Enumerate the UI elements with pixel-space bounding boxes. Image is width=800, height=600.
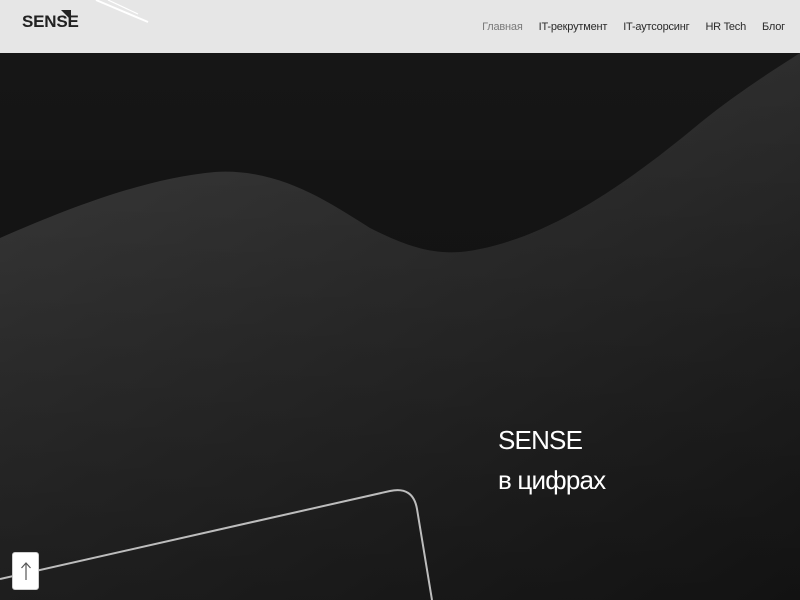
hero-title-line1: SENSE (498, 425, 583, 455)
hero-title-line2: в цифрах (498, 465, 606, 495)
nav-item-it-outsourcing[interactable]: IT-аутсорсинг (623, 21, 689, 33)
nav-item-home[interactable]: Главная (482, 21, 523, 33)
logo-link[interactable]: SENSE (22, 10, 79, 34)
corner-triangle-icon (61, 10, 71, 20)
hero-section: SENSE в цифрах (0, 53, 800, 600)
nav-item-blog[interactable]: Блог (762, 21, 785, 33)
hero-title: SENSE в цифрах (498, 420, 606, 500)
site-header: SENSE Главная IT-рекрутмент IT-аутсорсин… (0, 0, 800, 53)
nav-item-it-recruitment[interactable]: IT-рекрутмент (539, 21, 608, 33)
scroll-to-top-button[interactable] (12, 552, 39, 590)
hero-background (0, 53, 800, 600)
arrow-up-icon (20, 562, 31, 580)
page: SENSE Главная IT-рекрутмент IT-аутсорсин… (0, 0, 800, 600)
nav-item-hr-tech[interactable]: HR Tech (705, 21, 746, 33)
main-nav: Главная IT-рекрутмент IT-аутсорсинг HR T… (466, 0, 785, 53)
